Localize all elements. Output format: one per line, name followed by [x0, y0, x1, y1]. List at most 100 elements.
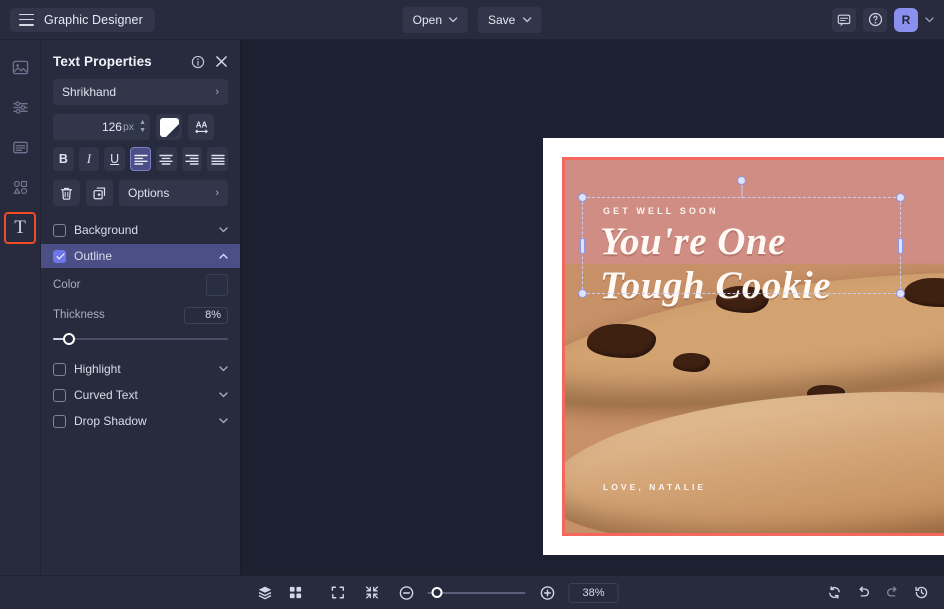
resize-handle-bottom-left[interactable] [578, 289, 587, 298]
undo-icon [859, 586, 869, 597]
sidebar-item-image-tool[interactable] [5, 52, 35, 82]
font-size-input[interactable]: 126 px ▲ ▼ [53, 114, 150, 140]
font-family-select[interactable]: Shrikhand › [53, 79, 228, 105]
accordion-outline[interactable]: Outline [41, 244, 240, 268]
align-center-button[interactable] [156, 147, 177, 171]
align-center-icon [159, 154, 174, 165]
zoom-in-button[interactable] [535, 581, 560, 605]
resize-handle-bottom-right[interactable] [896, 289, 905, 298]
open-button-label: Open [412, 12, 442, 27]
font-family-value: Shrikhand [62, 85, 117, 99]
stepper-up-icon[interactable]: ▲ [139, 119, 146, 126]
artwork-signature[interactable]: LOVE, NATALIE [603, 482, 706, 492]
chocolate-chip [672, 353, 711, 372]
comment-button[interactable] [832, 7, 856, 32]
delete-button[interactable] [53, 180, 80, 206]
align-justify-icon [210, 154, 225, 165]
accordion-curved-text[interactable]: Curved Text [41, 383, 240, 407]
redo-icon [887, 586, 897, 597]
layers-icon [258, 586, 271, 599]
accordion-highlight-label: Highlight [74, 362, 121, 376]
accordion-drop-shadow[interactable]: Drop Shadow [41, 409, 240, 433]
accordion-highlight[interactable]: Highlight [41, 357, 240, 381]
layers-button[interactable] [252, 581, 277, 605]
zoom-out-button[interactable] [394, 581, 419, 605]
text-color-button[interactable] [156, 114, 182, 140]
redo-button[interactable] [880, 581, 905, 605]
align-left-icon [133, 154, 148, 165]
sidebar-item-layout-tool[interactable] [5, 132, 35, 162]
outline-thickness-label: Thickness [53, 309, 105, 321]
curved-text-checkbox[interactable] [53, 388, 66, 402]
text-color-swatch [159, 117, 179, 137]
undo-button[interactable] [851, 581, 876, 605]
highlight-checkbox[interactable] [53, 362, 66, 376]
stepper-down-icon[interactable]: ▼ [139, 127, 146, 134]
zoom-out-icon [399, 585, 413, 600]
align-justify-button[interactable] [207, 147, 228, 171]
font-size-stepper[interactable]: ▲ ▼ [139, 119, 146, 134]
chevron-down-icon [219, 227, 228, 233]
align-right-icon [185, 154, 199, 165]
shrink-button[interactable] [360, 581, 385, 605]
zoom-slider[interactable] [427, 586, 526, 600]
chevron-down-icon [219, 418, 228, 424]
align-right-button[interactable] [181, 147, 203, 171]
outline-color-swatch[interactable] [206, 274, 228, 296]
shapes-icon [13, 180, 27, 194]
header-left: Graphic Designer [0, 7, 155, 32]
avatar[interactable]: R [894, 7, 918, 32]
slider-thumb[interactable] [63, 333, 75, 345]
app-menu-button[interactable]: Graphic Designer [10, 7, 155, 32]
options-button[interactable]: Options › [119, 180, 228, 206]
chevron-down-icon [219, 392, 228, 398]
sidebar-item-adjust-tool[interactable] [5, 92, 35, 122]
text-style-buttons: B I U [53, 147, 228, 171]
history-button[interactable] [909, 581, 934, 605]
fit-screen-button[interactable] [326, 581, 351, 605]
zoom-controls: 38% [326, 581, 619, 605]
outline-color-row: Color [53, 270, 228, 300]
open-button[interactable]: Open [402, 6, 468, 33]
close-icon[interactable] [215, 55, 228, 68]
sidebar-item-shapes-tool[interactable] [5, 172, 35, 202]
sync-icon [829, 586, 840, 599]
account-chevron-down-icon[interactable] [925, 16, 934, 23]
resize-handle-top-left[interactable] [578, 193, 587, 202]
canvas-area[interactable]: GET WELL SOON You're One Tough Cookie LO… [241, 40, 944, 575]
text-selection-box[interactable] [578, 176, 905, 298]
letter-spacing-icon: AA [194, 120, 208, 134]
chocolate-chip [807, 385, 845, 402]
bottom-left-tools [252, 581, 308, 605]
info-icon[interactable] [191, 55, 205, 69]
zoom-slider-thumb[interactable] [431, 586, 443, 598]
sliders-icon [12, 100, 28, 114]
italic-button[interactable]: I [78, 147, 100, 171]
sidebar-item-text-tool[interactable]: T [4, 212, 36, 244]
outline-thickness-slider[interactable] [53, 331, 228, 347]
chocolate-chip [586, 323, 657, 359]
sync-button[interactable] [822, 581, 847, 605]
outline-checkbox[interactable] [53, 249, 66, 263]
outline-settings: Color Thickness 8% [41, 270, 240, 347]
save-button[interactable]: Save [478, 6, 542, 33]
resize-handle-middle-right[interactable] [898, 237, 903, 254]
drop-shadow-checkbox[interactable] [53, 414, 66, 428]
hamburger-icon [19, 13, 34, 26]
accordion-background[interactable]: Background [41, 218, 240, 242]
image-icon [12, 60, 28, 74]
resize-handle-middle-left[interactable] [580, 237, 585, 254]
resize-handle-top-right[interactable] [896, 193, 905, 202]
outline-thickness-value[interactable]: 8% [184, 306, 228, 324]
help-button[interactable] [863, 7, 887, 32]
grid-button[interactable] [283, 581, 308, 605]
letter-spacing-button[interactable]: AA [188, 114, 214, 140]
zoom-level-value[interactable]: 38% [568, 582, 619, 603]
align-left-button[interactable] [129, 147, 152, 171]
bold-button[interactable]: B [53, 147, 74, 171]
underline-button[interactable]: U [104, 147, 125, 171]
duplicate-button[interactable] [86, 180, 113, 206]
background-checkbox[interactable] [53, 223, 66, 237]
outline-color-label: Color [53, 279, 81, 291]
rotate-handle[interactable] [736, 176, 746, 185]
